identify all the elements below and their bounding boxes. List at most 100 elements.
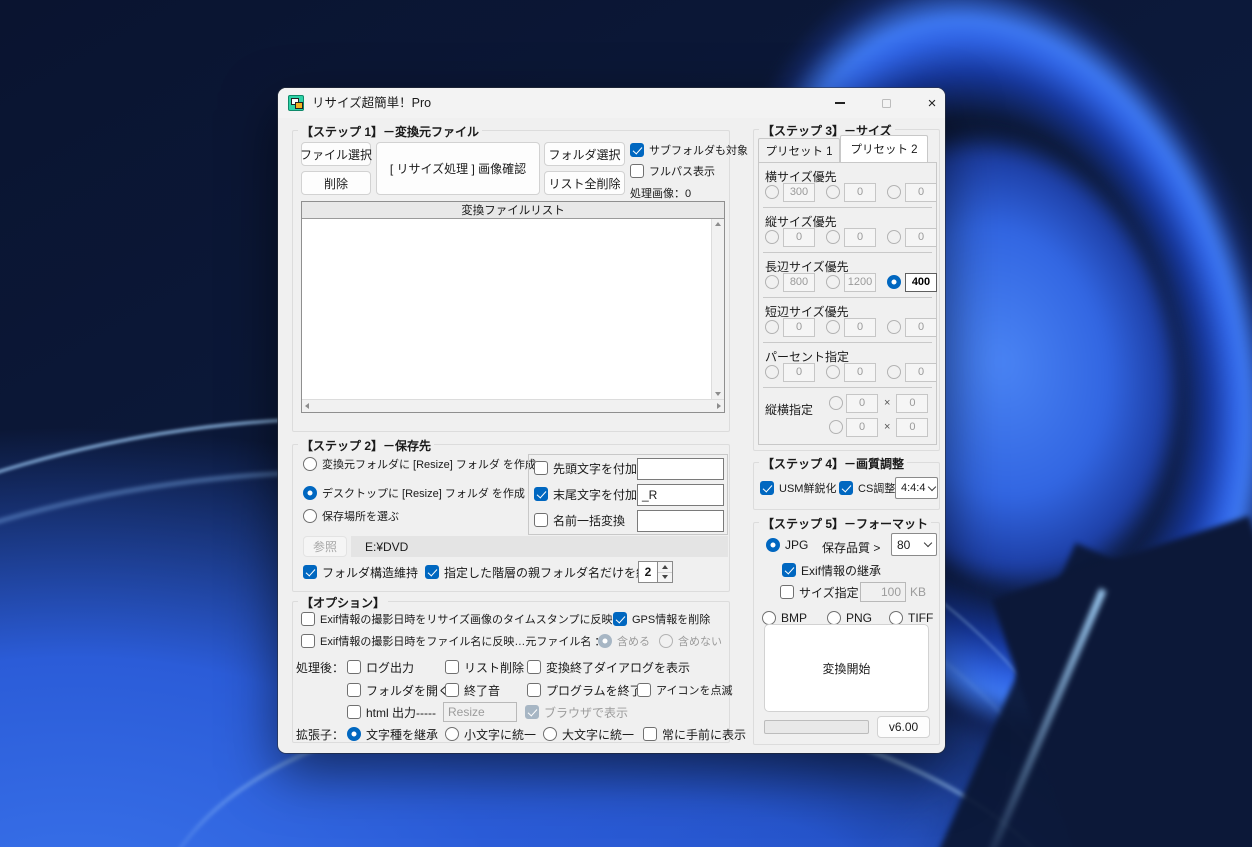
height-radio-2[interactable] bbox=[826, 230, 840, 244]
exif-inherit-checkbox[interactable] bbox=[782, 563, 796, 577]
quality-label: 保存品質 > bbox=[822, 539, 880, 556]
select-files-button[interactable]: ファイル選択 bbox=[301, 142, 371, 166]
ext-inherit-radio[interactable] bbox=[347, 727, 361, 741]
usm-checkbox[interactable] bbox=[760, 481, 774, 495]
log-output-checkbox[interactable] bbox=[347, 660, 361, 674]
fullpath-checkbox[interactable] bbox=[630, 164, 644, 178]
dest-desktop-radio-row: デスクトップに [Resize] フォルダ を作成 bbox=[303, 485, 525, 501]
dest-source-radio[interactable] bbox=[303, 457, 317, 471]
scroll-right-icon[interactable] bbox=[717, 403, 721, 409]
scroll-up-icon[interactable] bbox=[715, 222, 721, 226]
keep-structure-checkbox[interactable] bbox=[303, 565, 317, 579]
spinner-up-icon[interactable] bbox=[658, 562, 672, 572]
ext-inherit-row: 文字種を継承 bbox=[347, 726, 438, 742]
width-radio-1[interactable] bbox=[765, 185, 779, 199]
ext-lower-label: 小文字に統一 bbox=[464, 726, 536, 743]
short-side-radio-2[interactable] bbox=[826, 320, 840, 334]
group-options-title: 【オプション】 bbox=[298, 594, 388, 611]
spinner-down-icon[interactable] bbox=[658, 572, 672, 583]
exif-timestamp-checkbox[interactable] bbox=[301, 612, 315, 626]
long-side-radio-3[interactable] bbox=[887, 275, 901, 289]
quality-dropdown[interactable]: 80 bbox=[891, 533, 937, 556]
usm-label: USM鮮鋭化 bbox=[779, 480, 836, 496]
suffix-checkbox[interactable] bbox=[534, 487, 548, 501]
scroll-left-icon[interactable] bbox=[305, 403, 309, 409]
ext-upper-radio[interactable] bbox=[543, 727, 557, 741]
chroma-subsampling-dropdown[interactable]: 4:4:4 bbox=[895, 477, 938, 499]
short-side-value-3: 0 bbox=[905, 318, 937, 337]
always-on-top-checkbox[interactable] bbox=[643, 727, 657, 741]
preset-tab-panel: 横サイズ優先 300 0 0 縦サイズ優先 0 0 0 長辺サイズ優先 800 … bbox=[758, 162, 937, 445]
horizontal-scrollbar[interactable] bbox=[302, 399, 724, 412]
kb-unit-label: KB bbox=[910, 585, 926, 599]
dest-choose-radio[interactable] bbox=[303, 509, 317, 523]
tab-preset-2[interactable]: プリセット 2 bbox=[840, 135, 928, 162]
tiff-label: TIFF bbox=[908, 611, 933, 625]
titlebar[interactable]: リサイズ超簡単！Pro × bbox=[278, 88, 945, 118]
prefix-checkbox[interactable] bbox=[534, 461, 548, 475]
parent-depth-value[interactable]: 2 bbox=[638, 561, 658, 583]
size-limit-checkbox[interactable] bbox=[780, 585, 794, 599]
width-radio-3[interactable] bbox=[887, 185, 901, 199]
long-side-value-3[interactable]: 400 bbox=[905, 273, 937, 292]
end-dialog-checkbox[interactable] bbox=[527, 660, 541, 674]
prefix-input[interactable] bbox=[637, 458, 724, 480]
width-priority-row: 300 0 0 bbox=[765, 184, 937, 200]
suffix-input[interactable]: _R bbox=[637, 484, 724, 506]
width-value-1: 300 bbox=[783, 183, 815, 202]
minimize-button[interactable] bbox=[823, 88, 857, 118]
rename-checkbox[interactable] bbox=[534, 513, 548, 527]
end-dialog-label: 変換終了ダイアログを表示 bbox=[546, 659, 690, 676]
select-folder-button[interactable]: フォルダ選択 bbox=[544, 142, 625, 166]
cs-checkbox[interactable] bbox=[839, 481, 853, 495]
height-radio-1[interactable] bbox=[765, 230, 779, 244]
gps-remove-checkbox[interactable] bbox=[613, 612, 627, 626]
height-radio-3[interactable] bbox=[887, 230, 901, 244]
wh-radio-2[interactable] bbox=[829, 420, 843, 434]
html-output-checkbox[interactable] bbox=[347, 705, 361, 719]
exit-program-checkbox[interactable] bbox=[527, 683, 541, 697]
version-button[interactable]: v6.00 bbox=[877, 716, 930, 738]
short-side-radio-1[interactable] bbox=[765, 320, 779, 334]
open-folder-checkbox[interactable] bbox=[347, 683, 361, 697]
processed-count-label: 処理画像：0 bbox=[630, 185, 691, 201]
tiff-radio[interactable] bbox=[889, 611, 903, 625]
exif-timestamp-row: Exif情報の撮影日時をリサイズ画像のタイムスタンプに反映 bbox=[301, 611, 612, 627]
end-sound-checkbox[interactable] bbox=[445, 683, 459, 697]
delete-button[interactable]: 削除 bbox=[301, 171, 371, 195]
divider bbox=[763, 207, 932, 208]
long-side-radio-2[interactable] bbox=[826, 275, 840, 289]
start-conversion-button[interactable]: 変換開始 bbox=[764, 624, 929, 712]
ext-upper-label: 大文字に統一 bbox=[562, 726, 634, 743]
dest-desktop-radio[interactable] bbox=[303, 486, 317, 500]
percent-radio-3[interactable] bbox=[887, 365, 901, 379]
bmp-radio[interactable] bbox=[762, 611, 776, 625]
short-side-radio-3[interactable] bbox=[887, 320, 901, 334]
clear-list-button[interactable]: リスト全削除 bbox=[544, 171, 625, 195]
prefix-label: 先頭文字を付加 bbox=[553, 460, 637, 477]
list-clear-checkbox[interactable] bbox=[445, 660, 459, 674]
blink-icon-checkbox[interactable] bbox=[637, 683, 651, 697]
rename-input[interactable] bbox=[637, 510, 724, 532]
keep-parent-row: 指定した階層の親フォルダ名だけを維持 bbox=[425, 564, 660, 580]
percent-radio-1[interactable] bbox=[765, 365, 779, 379]
width-radio-2[interactable] bbox=[826, 185, 840, 199]
always-on-top-row: 常に手前に表示 bbox=[643, 726, 746, 742]
jpg-radio[interactable] bbox=[766, 538, 780, 552]
parent-depth-spinner[interactable]: 2 bbox=[638, 561, 673, 583]
scroll-down-icon[interactable] bbox=[715, 392, 721, 396]
keep-parent-checkbox[interactable] bbox=[425, 565, 439, 579]
subfolders-checkbox[interactable] bbox=[630, 143, 644, 157]
long-side-radio-1[interactable] bbox=[765, 275, 779, 289]
percent-radio-2[interactable] bbox=[826, 365, 840, 379]
percent-row: 0 0 0 bbox=[765, 364, 937, 380]
vertical-scrollbar[interactable] bbox=[711, 219, 724, 399]
close-button[interactable]: × bbox=[915, 88, 945, 118]
wh-radio-1[interactable] bbox=[829, 396, 843, 410]
png-radio[interactable] bbox=[827, 611, 841, 625]
resize-preview-button[interactable]: [ リサイズ処理 ] 画像確認 bbox=[376, 142, 540, 195]
exif-filename-checkbox[interactable] bbox=[301, 634, 315, 648]
file-list-area[interactable] bbox=[302, 219, 711, 399]
ext-lower-radio[interactable] bbox=[445, 727, 459, 741]
tab-preset-1[interactable]: プリセット 1 bbox=[758, 138, 840, 162]
